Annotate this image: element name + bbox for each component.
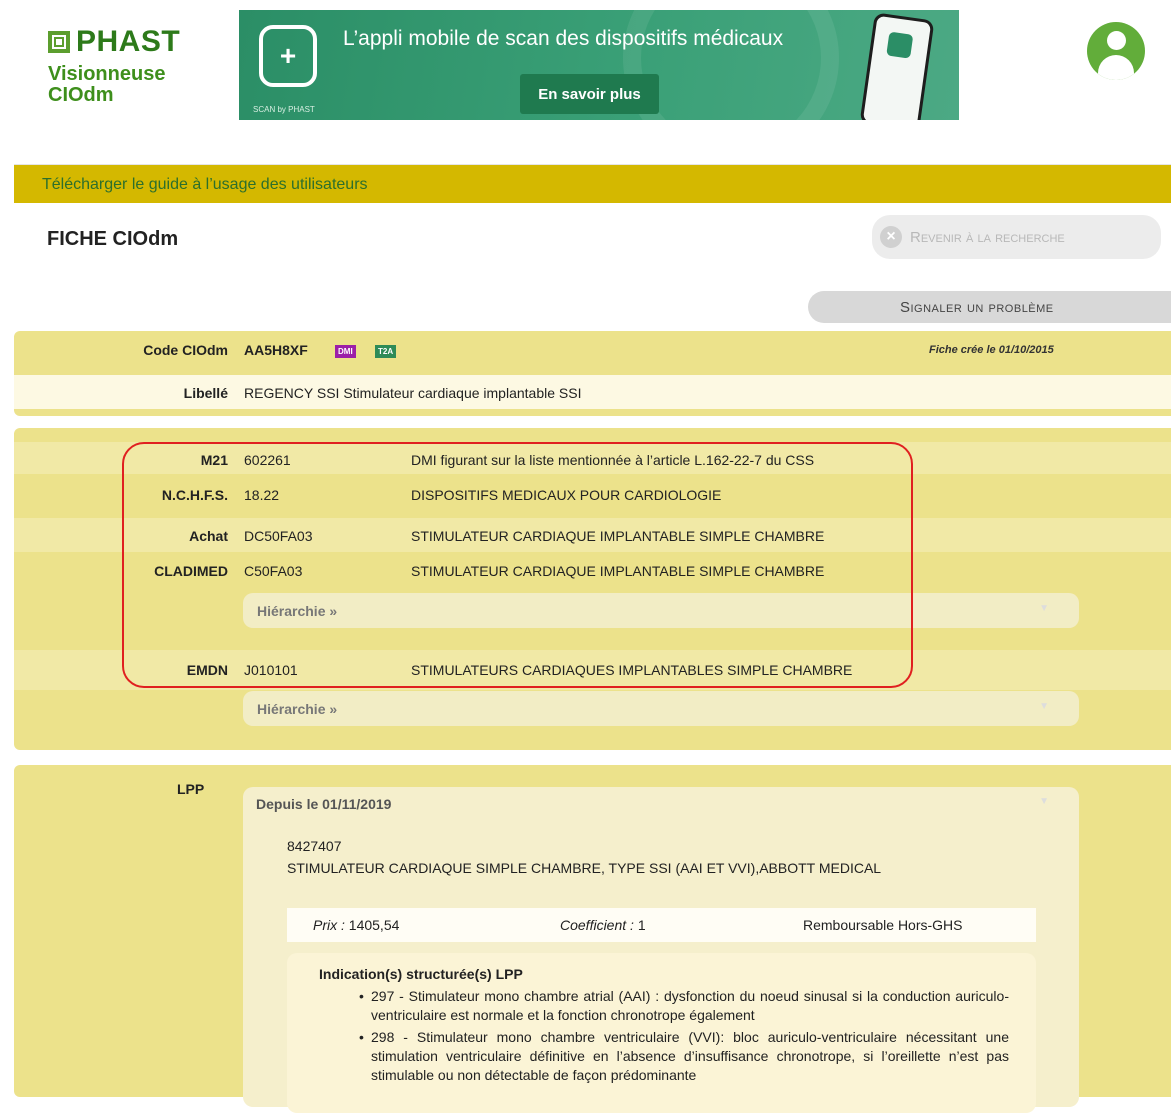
lpp-since-date: Depuis le 01/11/2019 — [256, 796, 392, 812]
lpp-code: 8427407 — [287, 838, 342, 854]
indications-list: 297 - Stimulateur mono chambre atrial (A… — [359, 987, 1009, 1088]
fiche-creation-date: Fiche crée le 01/10/2015 — [929, 344, 1054, 356]
phast-logo[interactable]: PHAST Visionneuse CIOdm — [48, 26, 180, 106]
app-name-line1: Visionneuse — [48, 63, 166, 85]
code-label: Code CIOdm — [143, 342, 228, 358]
libelle-value: REGENCY SSI Stimulateur cardiaque implan… — [244, 385, 582, 401]
libelle-row: Libellé REGENCY SSI Stimulateur cardiaqu… — [14, 375, 1171, 409]
dmi-badge: DMI — [335, 345, 356, 358]
lpp-description: STIMULATEUR CARDIAQUE SIMPLE CHAMBRE, TY… — [287, 860, 882, 876]
close-icon: × — [880, 226, 902, 248]
chevron-down-icon: ▼ — [1039, 796, 1049, 807]
app-name-line2: CIOdm — [48, 84, 114, 106]
cladimed-hierarchy-toggle[interactable]: Hiérarchie » ▼ — [243, 593, 1079, 628]
classification-row-nchfs: N.C.H.F.S. 18.22 DISPOSITIFS MEDICAUX PO… — [161, 487, 722, 503]
chevron-down-icon: ▼ — [1039, 603, 1049, 614]
logo-text: PHAST — [76, 25, 181, 58]
classification-row-emdn: EMDN J010101 STIMULATEURS CARDIAQUES IMP… — [14, 650, 1171, 690]
phone-mockup-image — [859, 12, 935, 120]
guide-bar: Télécharger le guide à l’usage des utili… — [14, 164, 1171, 203]
back-to-search-button[interactable]: × Revenir à la recherche — [872, 215, 1161, 259]
reimbursement-status: Remboursable Hors-GHS — [803, 917, 963, 933]
emdn-hierarchy-toggle[interactable]: Hiérarchie » ▼ — [243, 691, 1079, 726]
code-row: Code CIOdm AA5H8XF DMI T2A Fiche crée le… — [14, 342, 1171, 370]
lpp-card[interactable]: Depuis le 01/11/2019 ▼ 8427407 STIMULATE… — [243, 787, 1079, 1113]
classification-section: M21 602261 DMI figurant sur la liste men… — [14, 428, 1171, 750]
lpp-price-row: Prix : 1405,54 Coefficient : 1 Remboursa… — [287, 908, 1036, 942]
scan-app-icon: + — [259, 25, 317, 87]
phast-logo-icon — [48, 31, 70, 53]
list-item: 298 - Stimulateur mono chambre ventricul… — [359, 1028, 1009, 1085]
banner-headline: L’appli mobile de scan des dispositifs m… — [343, 27, 784, 50]
report-problem-button[interactable]: Signaler un problème — [808, 291, 1171, 323]
classification-row-cladimed: CLADIMED C50FA03 STIMULATEUR CARDIAQUE I… — [154, 563, 825, 579]
libelle-label: Libellé — [183, 385, 228, 401]
user-avatar-icon[interactable] — [1087, 22, 1145, 80]
chevron-down-icon: ▼ — [1039, 701, 1049, 712]
lpp-label: LPP — [177, 781, 205, 797]
back-to-search-label: Revenir à la recherche — [910, 228, 1065, 246]
banner-learn-more-button[interactable]: En savoir plus — [520, 74, 659, 114]
t2a-badge: T2A — [375, 345, 397, 358]
download-guide-link[interactable]: Télécharger le guide à l’usage des utili… — [42, 176, 368, 194]
classification-row-m21: M21 602261 DMI figurant sur la liste men… — [14, 442, 1171, 474]
report-problem-label: Signaler un problème — [900, 298, 1054, 316]
code-value: AA5H8XF — [244, 342, 308, 358]
banner-subtitle: SCAN by PHAST — [253, 105, 315, 114]
lpp-indications-box: Indication(s) structurée(s) LPP 297 - St… — [287, 953, 1036, 1113]
indications-title: Indication(s) structurée(s) LPP — [319, 966, 523, 982]
identity-section: Code CIOdm AA5H8XF DMI T2A Fiche crée le… — [14, 331, 1171, 416]
price: Prix : 1405,54 — [313, 917, 400, 933]
list-item: 297 - Stimulateur mono chambre atrial (A… — [359, 987, 1009, 1025]
page-title: FICHE CIOdm — [47, 228, 179, 250]
scan-app-banner[interactable]: + L’appli mobile de scan des dispositifs… — [239, 10, 959, 120]
classification-row-achat: Achat DC50FA03 STIMULATEUR CARDIAQUE IMP… — [14, 518, 1171, 552]
coefficient: Coefficient : 1 — [560, 917, 646, 933]
